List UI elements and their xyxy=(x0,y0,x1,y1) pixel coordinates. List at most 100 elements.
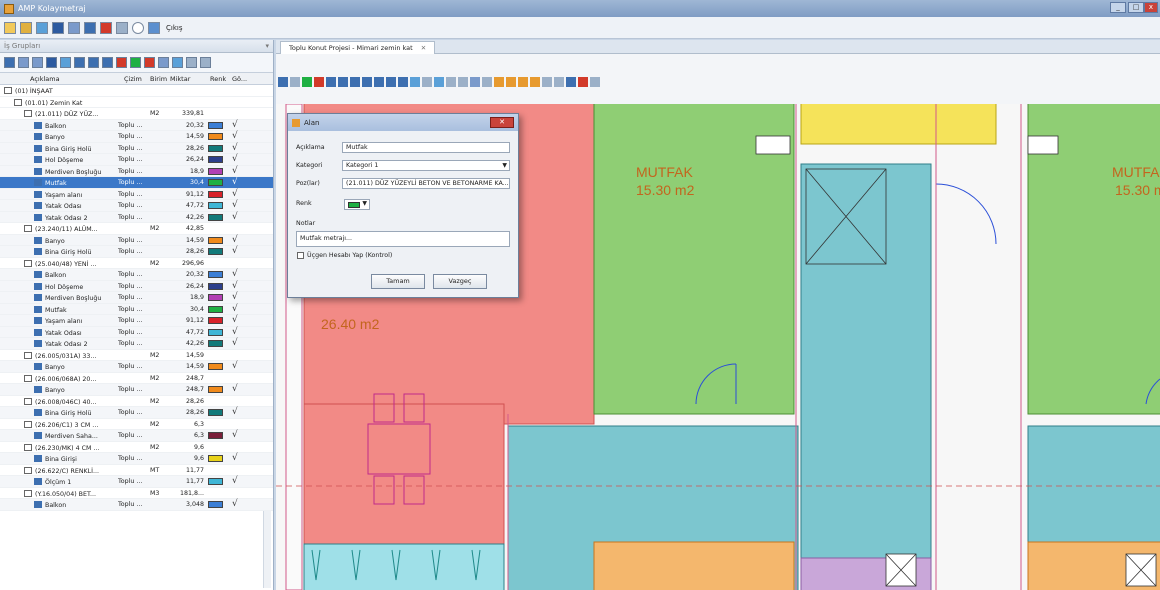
cad-tool-icon[interactable] xyxy=(494,77,504,87)
color-swatch[interactable] xyxy=(208,386,223,393)
cad-tool-icon[interactable] xyxy=(446,77,456,87)
col-go[interactable]: Gö... xyxy=(232,75,247,83)
visible-check[interactable]: √ xyxy=(232,143,238,153)
cad-tool-icon[interactable] xyxy=(350,77,360,87)
table-icon[interactable] xyxy=(116,21,128,34)
settings-icon[interactable] xyxy=(186,57,197,68)
visible-check[interactable]: √ xyxy=(232,453,238,463)
help-icon[interactable] xyxy=(132,21,144,34)
plus-icon[interactable] xyxy=(130,57,141,68)
cad-tool-icon[interactable] xyxy=(458,77,468,87)
pin-icon[interactable]: ▾ xyxy=(265,42,269,50)
item-row[interactable]: Merdiven Boşluğu Toplu ... 18,9 √ xyxy=(0,292,273,304)
item-row[interactable]: Merdiven Saha... Toplu ... 6,3 √ xyxy=(0,430,273,442)
visible-check[interactable]: √ xyxy=(232,476,238,486)
notlar-textarea[interactable]: Mutfak metrajı... xyxy=(296,231,510,247)
col-renk[interactable]: Renk xyxy=(210,75,226,83)
group-row[interactable]: (Y.16.050/04) BET... M3 181,8... xyxy=(0,487,273,499)
kategori-select[interactable]: Kategori 1 ▼ xyxy=(342,160,510,171)
cad-tool-icon[interactable] xyxy=(290,77,300,87)
color-swatch[interactable] xyxy=(208,501,223,508)
exit-label[interactable]: Çıkış xyxy=(166,24,182,32)
cad-tool-icon[interactable] xyxy=(278,77,288,87)
cad-tool-icon[interactable] xyxy=(566,77,576,87)
cad-tool-icon[interactable] xyxy=(338,77,348,87)
cad-tool-icon[interactable] xyxy=(422,77,432,87)
group-row[interactable]: (01) İNŞAAT xyxy=(0,85,273,97)
cad-tool-icon[interactable] xyxy=(590,77,600,87)
cad-tool-icon[interactable] xyxy=(374,77,384,87)
item-row[interactable]: Yaşam alanı Toplu ... 91,12 √ xyxy=(0,188,273,200)
color-swatch[interactable] xyxy=(208,294,223,301)
color-swatch[interactable] xyxy=(208,121,223,129)
visible-check[interactable]: √ xyxy=(232,177,238,187)
print-icon[interactable] xyxy=(158,57,169,68)
col-miktar[interactable]: Miktar xyxy=(170,75,190,83)
color-swatch[interactable] xyxy=(208,340,223,347)
item-row[interactable]: Balkon Toplu ... 3,048 √ xyxy=(0,499,273,511)
col-birim[interactable]: Birim xyxy=(150,75,167,83)
visible-check[interactable]: √ xyxy=(232,235,238,245)
visible-check[interactable]: √ xyxy=(232,315,238,325)
item-row[interactable]: Yatak Odası 2 Toplu ... 42,26 √ xyxy=(0,338,273,350)
new-file-icon[interactable] xyxy=(4,21,16,34)
item-row[interactable]: Banyo Toplu ... 248,7 √ xyxy=(0,384,273,396)
view-icon[interactable] xyxy=(84,21,96,34)
color-swatch[interactable] xyxy=(208,248,223,255)
color-swatch[interactable] xyxy=(208,282,223,290)
visible-check[interactable]: √ xyxy=(232,166,238,176)
item-row[interactable]: Banyo Toplu ... 14,59 √ xyxy=(0,131,273,143)
group-row[interactable]: (26.230/MK) 4 CM ... M2 9,6 xyxy=(0,441,273,453)
color-swatch[interactable] xyxy=(208,271,223,278)
export-icon[interactable] xyxy=(172,57,183,68)
cad-tool-icon[interactable] xyxy=(326,77,336,87)
item-row[interactable]: Merdiven Boşluğu Toplu ... 18,9 √ xyxy=(0,165,273,177)
report-icon[interactable] xyxy=(100,21,112,34)
item-row[interactable]: Hol Döşeme Toplu ... 26,24 √ xyxy=(0,280,273,292)
group-row[interactable]: (21.011) DÜZ YÜZ... M2 339,81 xyxy=(0,108,273,120)
cad-tool-icon[interactable] xyxy=(410,77,420,87)
color-swatch[interactable] xyxy=(208,133,223,140)
add-group-icon[interactable] xyxy=(46,57,57,68)
group-row[interactable]: (26.622/C) RENKLİ... MT 11,77 xyxy=(0,464,273,476)
color-swatch[interactable] xyxy=(208,363,223,370)
color-swatch[interactable] xyxy=(208,202,223,209)
group-row[interactable]: (23.240/11) ALÜM... M2 42,85 xyxy=(0,223,273,235)
list-icon[interactable] xyxy=(74,57,85,68)
group-row[interactable]: (26.005/031A) 33... M2 14,59 xyxy=(0,349,273,361)
cad-tool-icon[interactable] xyxy=(542,77,552,87)
delete-icon[interactable] xyxy=(116,57,127,68)
ok-button[interactable]: Tamam xyxy=(371,274,425,289)
bath-area[interactable] xyxy=(593,541,795,590)
color-swatch[interactable] xyxy=(208,190,223,198)
color-swatch[interactable] xyxy=(208,167,223,175)
cad-tool-icon[interactable] xyxy=(530,77,540,87)
item-row[interactable]: Bina Giriş Holü Toplu ... 28,26 √ xyxy=(0,142,273,154)
item-row[interactable]: Banyo Toplu ... 14,59 √ xyxy=(0,361,273,373)
color-swatch[interactable] xyxy=(208,432,223,439)
aciklama-field[interactable]: Mutfak xyxy=(342,142,510,153)
group-row[interactable]: (26.206/C1) 3 CM ... M2 6,3 xyxy=(0,418,273,430)
chevron-down-icon[interactable]: ▼ xyxy=(502,161,507,170)
color-swatch[interactable] xyxy=(208,455,223,462)
open-folder-icon[interactable] xyxy=(20,21,32,34)
cad-tool-icon[interactable] xyxy=(554,77,564,87)
item-row[interactable]: Bina Giriş Holü Toplu ... 28,26 √ xyxy=(0,407,273,419)
visible-check[interactable]: √ xyxy=(232,407,238,417)
cad-tool-icon[interactable] xyxy=(398,77,408,87)
item-row[interactable]: Hol Döşeme Toplu ... 26,24 √ xyxy=(0,154,273,166)
visible-check[interactable]: √ xyxy=(232,430,238,440)
group-row[interactable]: (01.01) Zemin Kat xyxy=(0,96,273,108)
grid-icon[interactable] xyxy=(36,21,48,34)
color-swatch[interactable] xyxy=(208,236,223,244)
group-row[interactable]: (26.008/046C) 40... M2 28,26 xyxy=(0,395,273,407)
color-swatch[interactable] xyxy=(208,144,223,152)
window-icon[interactable] xyxy=(68,21,80,34)
close-tab-icon[interactable]: ✕ xyxy=(421,44,426,52)
visible-check[interactable]: √ xyxy=(232,327,238,337)
add-item-icon[interactable] xyxy=(60,57,71,68)
visible-check[interactable]: √ xyxy=(232,338,238,348)
color-swatch[interactable] xyxy=(208,478,223,485)
color-swatch[interactable] xyxy=(208,317,223,324)
visible-check[interactable]: √ xyxy=(232,304,238,314)
